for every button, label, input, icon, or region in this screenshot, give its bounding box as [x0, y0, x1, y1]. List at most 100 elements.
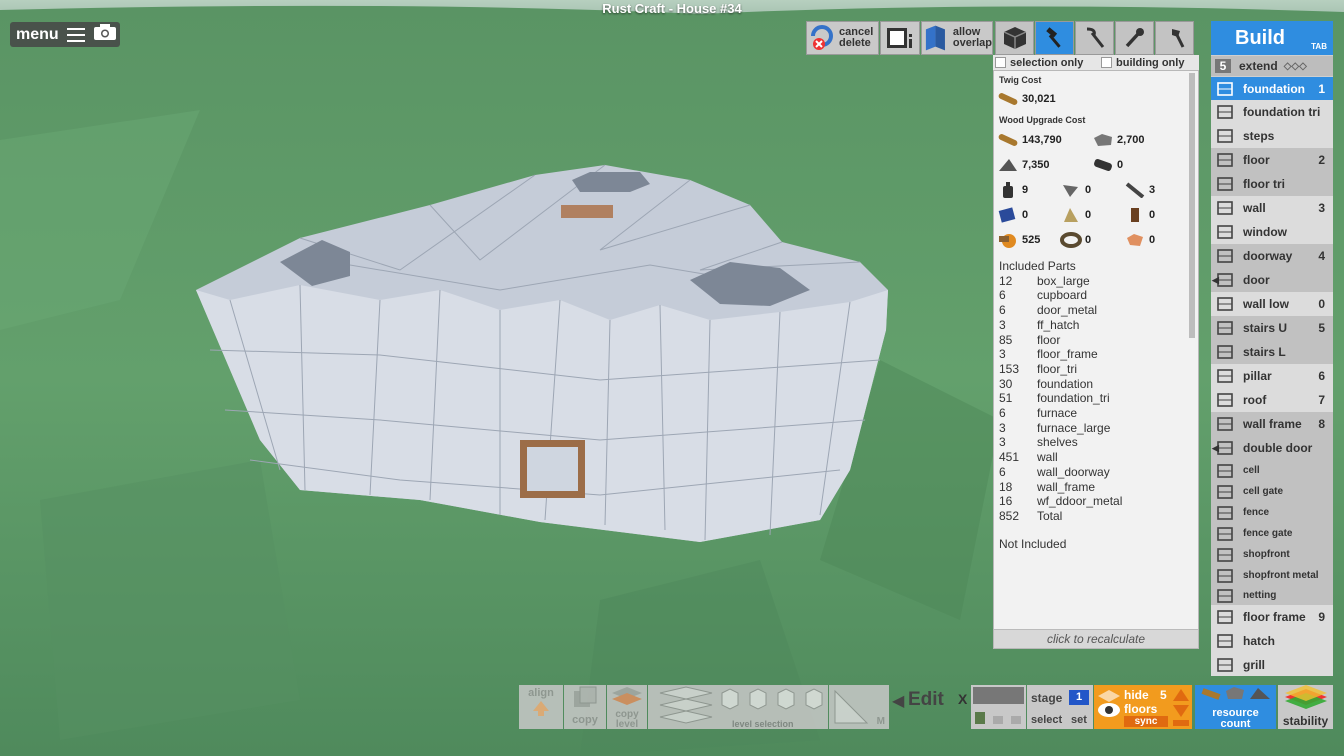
- build-item-fence[interactable]: fence: [1211, 502, 1333, 523]
- build-header[interactable]: Build TAB: [1211, 21, 1333, 55]
- build-item-netting[interactable]: netting: [1211, 586, 1333, 605]
- building-only-checkbox[interactable]: [1101, 57, 1112, 68]
- screen-toggle-button[interactable]: [880, 21, 920, 55]
- build-item-cell[interactable]: cell: [1211, 460, 1333, 481]
- part-qty: 30: [999, 376, 1013, 391]
- tool-hammer[interactable]: [1035, 21, 1074, 55]
- floors-label: floors: [1124, 702, 1158, 716]
- build-item-floor-frame[interactable]: floor frame 9: [1211, 605, 1333, 629]
- stage-number[interactable]: 1: [1069, 690, 1089, 705]
- stage-control[interactable]: stage 1 select set: [1027, 685, 1093, 729]
- blueprint-icon: [998, 207, 1016, 223]
- build-item-label: steps: [1243, 129, 1275, 143]
- sync-button[interactable]: sync: [1124, 716, 1168, 727]
- m-label: M: [876, 716, 885, 727]
- build-item-label: pillar: [1243, 369, 1272, 383]
- build-item-steps[interactable]: steps: [1211, 124, 1333, 148]
- allow-overlap-button[interactable]: allow overlap: [921, 21, 993, 55]
- build-item-stairs-u[interactable]: stairs U 5: [1211, 316, 1333, 340]
- tool-wrench[interactable]: [1115, 21, 1154, 55]
- tool-cube[interactable]: [995, 21, 1034, 55]
- tool-hatchet[interactable]: [1155, 21, 1194, 55]
- low-grade-fuel-icon: [1003, 182, 1013, 198]
- tool-pickaxe[interactable]: [1075, 21, 1114, 55]
- recalculate-button[interactable]: click to recalculate: [994, 629, 1198, 648]
- copy-button[interactable]: copy: [564, 685, 606, 729]
- menu-button[interactable]: menu: [10, 22, 120, 47]
- charcoal-icon: [999, 234, 1016, 248]
- build-item-wall[interactable]: wall 3: [1211, 196, 1333, 220]
- wall-low-icon: [1215, 296, 1235, 312]
- build-item-doorway[interactable]: doorway 4: [1211, 244, 1333, 268]
- wall-frame-icon: [1215, 416, 1235, 432]
- part-name: foundation_tri: [1037, 391, 1110, 406]
- stage-label: stage: [1031, 691, 1063, 705]
- align-button[interactable]: align: [519, 685, 563, 729]
- edit-close-button[interactable]: X: [958, 691, 967, 707]
- build-item-wall-low[interactable]: wall low 0: [1211, 292, 1333, 316]
- edit-label: Edit: [908, 689, 944, 710]
- build-item-label: stairs L: [1243, 345, 1286, 359]
- build-item-label: hatch: [1243, 634, 1276, 648]
- building-only-filter[interactable]: building only: [1099, 55, 1199, 70]
- build-item-foundation-tri[interactable]: foundation tri: [1211, 100, 1333, 124]
- build-item-double-door[interactable]: ◀ double door: [1211, 436, 1333, 460]
- part-name: floor: [1037, 332, 1061, 347]
- hide-label: hide: [1124, 688, 1149, 702]
- extend-count: 5: [1215, 59, 1231, 73]
- cancel-delete-button[interactable]: cancel delete: [806, 21, 879, 55]
- build-item-hatch[interactable]: hatch: [1211, 629, 1333, 653]
- build-item-door[interactable]: ◀ door: [1211, 268, 1333, 292]
- resource-count-button[interactable]: resource count: [1195, 685, 1276, 730]
- lock-controls[interactable]: [971, 685, 1026, 729]
- build-item-foundation[interactable]: foundation 1: [1211, 77, 1333, 100]
- build-item-cell-gate[interactable]: cell gate: [1211, 481, 1333, 502]
- stage-input[interactable]: [973, 687, 1024, 704]
- selection-only-filter[interactable]: selection only: [993, 55, 1099, 70]
- cloth-icon: [1064, 208, 1078, 222]
- mirror-icon: [834, 689, 869, 724]
- build-item-floor[interactable]: floor 2: [1211, 148, 1333, 172]
- stone-value: 2,700: [1117, 134, 1145, 146]
- mirror-button[interactable]: M: [829, 685, 889, 729]
- build-item-shopfront-metal[interactable]: shopfront metal: [1211, 565, 1333, 586]
- build-item-floor-tri[interactable]: floor tri: [1211, 172, 1333, 196]
- twig-wood-value: 30,021: [1022, 93, 1056, 105]
- build-item-wall-frame[interactable]: wall frame 8: [1211, 412, 1333, 436]
- twig-cost-header: Twig Cost: [999, 75, 1042, 85]
- cell-icon: [1215, 463, 1235, 479]
- expand-arrow-icon[interactable]: ◀: [1212, 275, 1219, 286]
- cost-scrollbar[interactable]: [1189, 73, 1195, 338]
- extend-row[interactable]: 5 extend ◇◇◇: [1211, 56, 1333, 76]
- selection-only-label: selection only: [1010, 56, 1084, 69]
- stability-button[interactable]: stability: [1278, 685, 1333, 729]
- build-item-label: cell gate: [1243, 486, 1284, 497]
- part-row: 16 wf_ddoor_metal: [999, 494, 1122, 509]
- hatch-icon: [1215, 633, 1235, 649]
- edit-control[interactable]: ◀ Edit X: [890, 685, 970, 729]
- set-button[interactable]: set: [1071, 714, 1087, 726]
- build-item-grill[interactable]: grill: [1211, 653, 1333, 676]
- camera-icon[interactable]: [93, 23, 117, 46]
- wood-cost-6: 3: [1124, 182, 1155, 198]
- hide-floors-button[interactable]: hide floors 5 sync: [1094, 685, 1192, 729]
- floors-count: 5: [1160, 688, 1167, 702]
- expand-arrow-icon[interactable]: ◀: [1212, 443, 1219, 454]
- align-up-icon: [533, 701, 549, 716]
- build-item-pillar[interactable]: pillar 6: [1211, 364, 1333, 388]
- part-qty: 6: [999, 464, 1006, 479]
- build-item-hotkey: 2: [1318, 153, 1325, 167]
- build-item-fence-gate[interactable]: fence gate: [1211, 523, 1333, 544]
- build-item-label: shopfront: [1243, 549, 1290, 560]
- selection-only-checkbox[interactable]: [995, 57, 1006, 68]
- build-item-label: floor: [1243, 153, 1270, 167]
- wood-cost-7: 0: [997, 207, 1028, 223]
- part-row: 12 box_large: [999, 274, 1122, 289]
- level-selection[interactable]: level selection: [648, 685, 828, 729]
- build-item-stairs-l[interactable]: stairs L: [1211, 340, 1333, 364]
- build-item-window[interactable]: window: [1211, 220, 1333, 244]
- select-button[interactable]: select: [1031, 714, 1062, 726]
- build-item-shopfront[interactable]: shopfront: [1211, 544, 1333, 565]
- build-item-roof[interactable]: roof 7: [1211, 388, 1333, 412]
- copy-level-button[interactable]: copy level: [607, 685, 647, 730]
